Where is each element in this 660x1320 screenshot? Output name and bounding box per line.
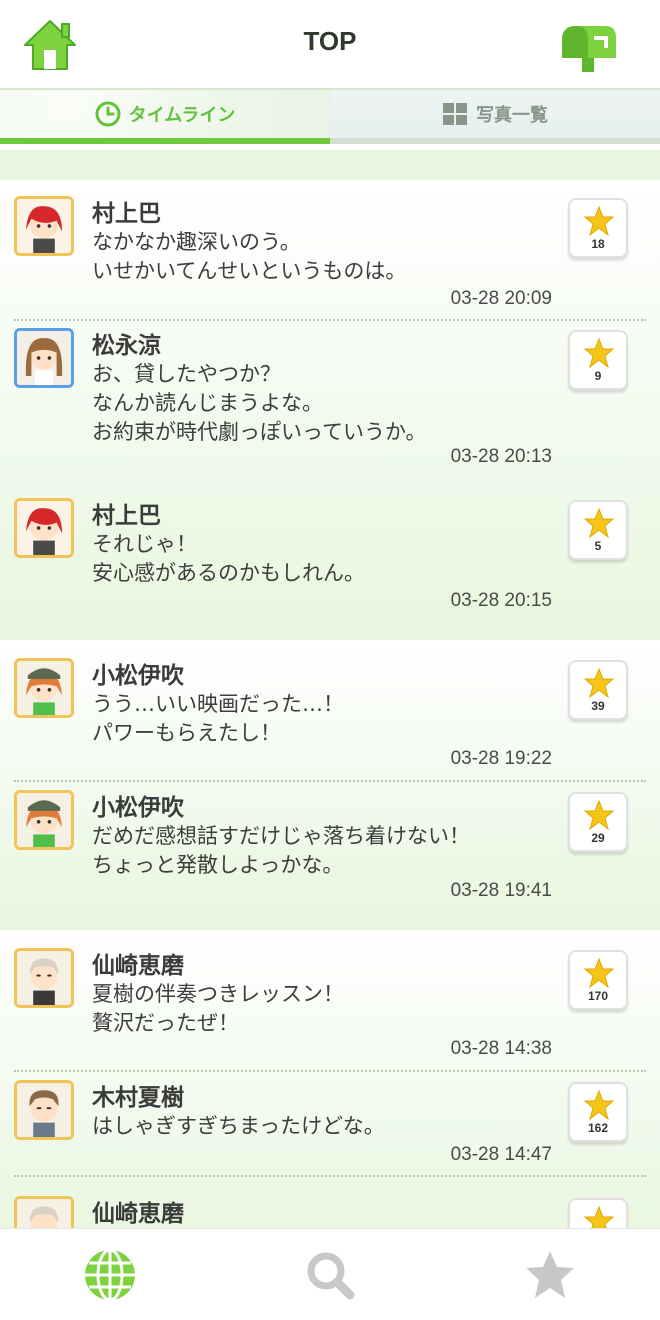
favorite-button[interactable]: 5	[568, 500, 628, 560]
search-icon	[307, 1252, 355, 1300]
character-avatar-icon	[17, 1083, 71, 1137]
poster-name: 小松伊吹	[92, 663, 184, 689]
nav-favorites[interactable]	[522, 1247, 578, 1303]
avatar[interactable]	[14, 328, 74, 388]
favorite-count: 18	[591, 237, 605, 251]
poster-name: 村上巴	[92, 503, 161, 529]
post-timestamp: 03-28 19:22	[450, 748, 552, 769]
favorite-button[interactable]: 29	[568, 792, 628, 852]
favorite-count: 5	[594, 539, 602, 553]
post-timestamp: 03-28 20:13	[450, 446, 552, 467]
post-divider	[14, 1070, 646, 1072]
post-timestamp: 03-28 14:47	[450, 1144, 552, 1165]
star-icon	[584, 958, 614, 988]
tab-bar: タイムライン 写真一覧	[0, 90, 660, 150]
poster-name: 村上巴	[92, 201, 161, 227]
globe-icon	[85, 1248, 135, 1302]
tab-timeline[interactable]: タイムライン	[0, 90, 330, 144]
favorite-button[interactable]	[568, 1198, 628, 1230]
favorite-count: 39	[591, 699, 605, 713]
favorite-count: 29	[591, 831, 605, 845]
nav-timeline[interactable]	[82, 1247, 138, 1303]
favorite-button[interactable]: 18	[568, 198, 628, 258]
bottom-nav	[0, 1228, 660, 1320]
clock-icon	[95, 101, 121, 127]
favorite-count: 170	[587, 989, 609, 1003]
post-message: お、貸したやつか？ なんか読んじまうよな。 お約束が時代劇っぽいっていうか。	[92, 362, 427, 444]
favorite-button[interactable]: 162	[568, 1082, 628, 1142]
avatar[interactable]	[14, 790, 74, 850]
star-icon	[584, 800, 614, 830]
post-divider	[14, 1175, 646, 1177]
post-message: はしゃぎすぎちまったけどな。	[92, 1114, 385, 1138]
character-avatar-icon	[17, 1199, 71, 1230]
character-avatar-icon	[17, 199, 71, 253]
poster-name: 松永涼	[92, 333, 161, 359]
avatar[interactable]	[14, 498, 74, 558]
favorite-button[interactable]: 170	[568, 950, 628, 1010]
post-timestamp: 03-28 20:09	[450, 288, 552, 309]
post-message: なかなか趣深いのう。 いせかいてんせいというものは。	[92, 230, 407, 283]
timeline-feed[interactable]: 村上巴 なかなか趣深いのう。 いせかいてんせいというものは。 03-28 20:…	[0, 150, 660, 1230]
avatar[interactable]	[14, 1080, 74, 1140]
post-message: だめだ感想話すだけじゃ落ち着けない！ ちょっと発散しよっかな。	[92, 824, 470, 877]
tab-photos-label: 写真一覧	[476, 105, 548, 126]
nav-search[interactable]	[302, 1247, 358, 1303]
avatar[interactable]	[14, 658, 74, 718]
star-icon	[584, 206, 614, 236]
favorite-button[interactable]: 39	[568, 660, 628, 720]
post-message: 夏樹の伴奏つきレッスン！ 贅沢だったぜ！	[92, 982, 344, 1035]
favorite-count: 9	[594, 369, 602, 383]
post-message: それじゃ！ 安心感があるのかもしれん。	[92, 532, 365, 585]
favorite-button[interactable]: 9	[568, 330, 628, 390]
mailbox-icon	[562, 26, 616, 72]
poster-name: 小松伊吹	[92, 795, 184, 821]
poster-name: 木村夏樹	[92, 1085, 184, 1111]
header-bar: TOP	[0, 0, 660, 90]
poster-name: 仙崎恵磨	[92, 953, 184, 979]
post-divider	[14, 780, 646, 782]
star-icon	[584, 1206, 614, 1230]
poster-name: 仙崎恵磨	[92, 1201, 184, 1227]
post-timestamp: 03-28 20:15	[450, 590, 552, 611]
tab-photos[interactable]: 写真一覧	[330, 90, 660, 144]
star-icon	[584, 338, 614, 368]
favorite-count: 162	[587, 1121, 609, 1135]
post-divider	[14, 319, 646, 321]
star-icon	[584, 1090, 614, 1120]
character-avatar-icon	[17, 951, 71, 1005]
post-timestamp: 03-28 19:41	[450, 880, 552, 901]
character-avatar-icon	[17, 501, 71, 555]
mailbox-button[interactable]	[558, 18, 618, 74]
avatar[interactable]	[14, 948, 74, 1008]
grid-icon	[443, 103, 467, 125]
character-avatar-icon	[17, 661, 71, 715]
character-avatar-icon	[17, 793, 71, 847]
star-icon	[584, 508, 614, 538]
avatar[interactable]	[14, 196, 74, 256]
post-message: うう…いい映画だった…！ パワーもらえたし！	[92, 692, 344, 745]
avatar[interactable]	[14, 1196, 74, 1230]
star-icon	[584, 668, 614, 698]
character-avatar-icon	[17, 331, 71, 385]
tab-timeline-label: タイムライン	[128, 105, 236, 126]
post-timestamp: 03-28 14:38	[450, 1038, 552, 1059]
star-icon	[526, 1251, 574, 1298]
